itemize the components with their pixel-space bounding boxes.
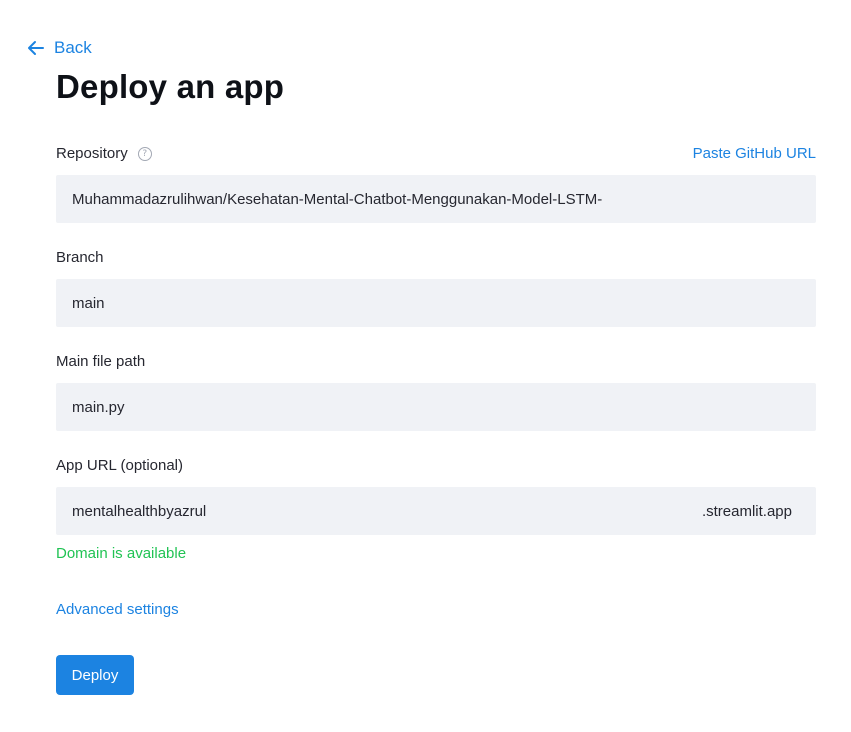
main-file-label: Main file path (56, 353, 146, 370)
arrow-left-icon (28, 41, 44, 55)
branch-value: main (72, 294, 105, 312)
app-url-label-row: App URL (optional) (56, 457, 183, 474)
branch-label: Branch (56, 249, 104, 266)
repository-label-row: Repository ? (56, 145, 152, 162)
app-url-input[interactable]: mentalhealthbyazrul .streamlit.app (56, 487, 816, 535)
app-url-suffix: .streamlit.app (701, 502, 792, 520)
branch-label-row: Branch (56, 249, 104, 266)
back-label: Back (54, 38, 92, 57)
advanced-settings-link[interactable]: Advanced settings (56, 601, 179, 618)
main-file-input[interactable]: main.py (56, 383, 816, 431)
deploy-button[interactable]: Deploy (56, 655, 134, 695)
repository-input[interactable]: Muhammadazrulihwan/Kesehatan-Mental-Chat… (56, 175, 816, 223)
question-circle-icon[interactable]: ? (137, 146, 152, 161)
app-url-label: App URL (optional) (56, 457, 184, 474)
page-title: Deploy an app (56, 68, 285, 105)
paste-github-url-link[interactable]: Paste GitHub URL (693, 145, 816, 162)
repository-label: Repository (56, 145, 128, 162)
repository-value: Muhammadazrulihwan/Kesehatan-Mental-Chat… (72, 190, 603, 208)
main-file-label-row: Main file path (56, 353, 145, 370)
domain-status: Domain is available (56, 545, 187, 562)
back-link[interactable]: Back (26, 36, 92, 60)
main-file-value: main.py (72, 398, 125, 416)
branch-input[interactable]: main (56, 279, 816, 327)
app-url-value: mentalhealthbyazrul (72, 502, 207, 520)
